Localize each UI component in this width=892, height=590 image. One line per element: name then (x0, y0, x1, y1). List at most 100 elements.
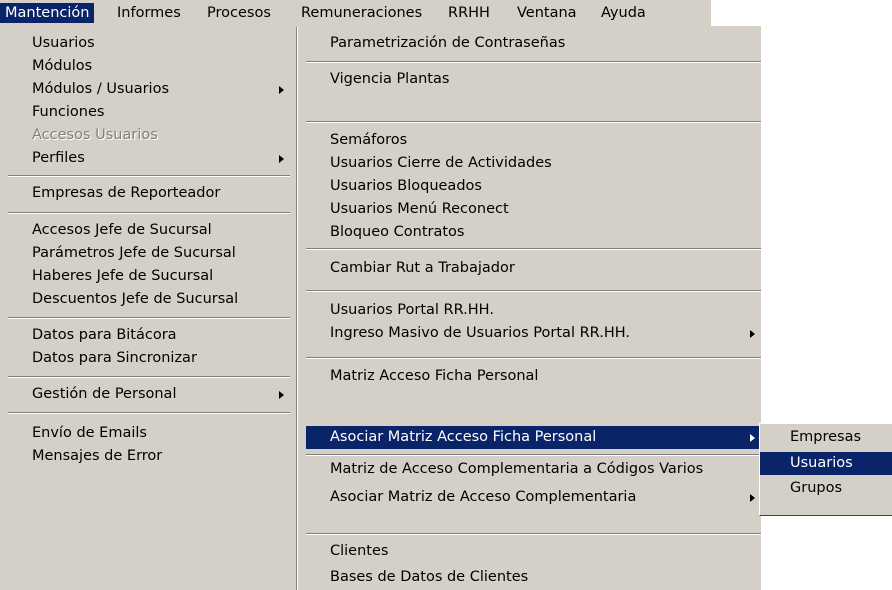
menu-item-usuarios-menu-reconect[interactable]: Usuarios Menú Reconect (306, 198, 761, 221)
menu-item-modulos[interactable]: Módulos (8, 55, 290, 78)
menu-item-parametrizacion-contrasenas[interactable]: Parametrización de Contraseñas (306, 32, 761, 55)
menu-separator (306, 121, 761, 123)
menu-item-usuarios[interactable]: Usuarios (8, 32, 290, 55)
menu-item-empresas-reporteador[interactable]: Empresas de Reporteador (8, 182, 290, 205)
menu-item-label: Envío de Emails (32, 425, 147, 441)
menu-item-label: Gestión de Personal (32, 386, 177, 402)
menu-item-modulos-usuarios[interactable]: Módulos / Usuarios (8, 78, 290, 101)
menu-item-mensajes-error[interactable]: Mensajes de Error (8, 445, 290, 468)
menu-item-label: Ingreso Masivo de Usuarios Portal RR.HH. (330, 325, 630, 341)
asociar-matriz-submenu: Empresas Usuarios Grupos (759, 423, 892, 516)
menu-item-envio-emails[interactable]: Envío de Emails (8, 422, 290, 445)
menu-item-label: Parámetros Jefe de Sucursal (32, 245, 236, 261)
menu-item-accesos-jefe-sucursal[interactable]: Accesos Jefe de Sucursal (8, 219, 290, 242)
menu-item-label: Bloqueo Contratos (330, 224, 465, 240)
menu-item-datos-sincronizar[interactable]: Datos para Sincronizar (8, 347, 290, 370)
menu-rrhh[interactable]: RRHH (443, 3, 495, 23)
menu-mantencion[interactable]: Mantención (0, 3, 95, 23)
menu-item-usuarios-cierre-actividades[interactable]: Usuarios Cierre de Actividades (306, 152, 761, 175)
menu-informes[interactable]: Informes (112, 3, 186, 23)
submenu-arrow-icon (279, 86, 284, 94)
menu-separator (306, 61, 761, 63)
menu-item-asociar-matriz-acceso-ficha-personal[interactable]: Asociar Matriz Acceso Ficha Personal (306, 426, 761, 449)
menu-item-label: Clientes (330, 543, 389, 559)
submenu-item-empresas[interactable]: Empresas (760, 426, 892, 449)
menu-item-usuarios-portal-rrhh[interactable]: Usuarios Portal RR.HH. (306, 299, 761, 322)
menu-separator (306, 533, 761, 535)
menu-item-label: Empresas de Reporteador (32, 185, 221, 201)
menu-item-label: Usuarios (32, 35, 95, 51)
menu-item-label: Parametrización de Contraseñas (330, 35, 566, 51)
menu-item-descuentos-jefe-sucursal[interactable]: Descuentos Jefe de Sucursal (8, 288, 290, 311)
menu-item-label: Módulos (32, 58, 93, 74)
menu-item-label: Matriz de Acceso Complementaria a Código… (330, 461, 704, 477)
menu-item-label: Usuarios Cierre de Actividades (330, 155, 552, 171)
menu-item-label: Módulos / Usuarios (32, 81, 169, 97)
submenu-arrow-icon (279, 155, 284, 163)
menu-separator (306, 357, 761, 359)
menu-separator (8, 212, 290, 214)
menu-item-label: Usuarios Portal RR.HH. (330, 302, 494, 318)
menu-item-label: Datos para Sincronizar (32, 350, 197, 366)
menu-item-funciones[interactable]: Funciones (8, 101, 290, 124)
menu-item-haberes-jefe-sucursal[interactable]: Haberes Jefe de Sucursal (8, 265, 290, 288)
menu-separator (8, 175, 290, 177)
menu-ayuda[interactable]: Ayuda (596, 3, 651, 23)
menu-procesos[interactable]: Procesos (202, 3, 276, 23)
menu-item-label: Mensajes de Error (32, 448, 163, 464)
menu-separator (8, 317, 290, 319)
menu-item-label: Empresas (790, 429, 862, 445)
menu-item-bases-datos-clientes[interactable]: Bases de Datos de Clientes (306, 566, 761, 589)
menu-item-label: Funciones (32, 104, 105, 120)
menu-item-ingreso-masivo-usuarios-portal[interactable]: Ingreso Masivo de Usuarios Portal RR.HH. (306, 322, 761, 345)
mantencion-dropdown: Usuarios Módulos Módulos / Usuarios Func… (0, 26, 761, 590)
menu-bar: Mantención Informes Procesos Remuneracio… (0, 0, 711, 26)
menu-separator (8, 376, 290, 378)
menu-item-bloqueo-contratos[interactable]: Bloqueo Contratos (306, 221, 761, 244)
menu-item-label: Usuarios Bloqueados (330, 178, 482, 194)
menu-item-label: Asociar Matriz de Acceso Complementaria (330, 489, 637, 505)
menu-item-gestion-personal[interactable]: Gestión de Personal (8, 383, 290, 406)
menu-item-label: Haberes Jefe de Sucursal (32, 268, 214, 284)
menu-item-asociar-matriz-acceso-complementaria[interactable]: Asociar Matriz de Acceso Complementaria (306, 486, 761, 509)
menu-item-label: Bases de Datos de Clientes (330, 569, 529, 585)
menu-separator (8, 412, 290, 414)
column-divider (296, 27, 298, 590)
menu-item-semaforos[interactable]: Semáforos (306, 129, 761, 152)
menu-item-matriz-acceso-complementaria[interactable]: Matriz de Acceso Complementaria a Código… (306, 458, 761, 481)
menu-item-label: Usuarios Menú Reconect (330, 201, 509, 217)
submenu-item-usuarios[interactable]: Usuarios (760, 452, 892, 475)
menu-item-label: Accesos Jefe de Sucursal (32, 222, 212, 238)
menu-item-label: Vigencia Plantas (330, 71, 450, 87)
menu-item-label: Datos para Bitácora (32, 327, 177, 343)
menu-item-label: Asociar Matriz Acceso Ficha Personal (330, 429, 597, 445)
menu-column-1: Usuarios Módulos Módulos / Usuarios Func… (8, 26, 290, 590)
menu-item-label: Cambiar Rut a Trabajador (330, 260, 515, 276)
menu-remuneraciones[interactable]: Remuneraciones (296, 3, 427, 23)
submenu-item-grupos[interactable]: Grupos (760, 477, 892, 500)
menu-item-label: Semáforos (330, 132, 408, 148)
menu-separator (306, 248, 761, 250)
menu-ventana[interactable]: Ventana (512, 3, 582, 23)
menu-item-matriz-acceso-ficha-personal[interactable]: Matriz Acceso Ficha Personal (306, 365, 761, 388)
menu-item-datos-bitacora[interactable]: Datos para Bitácora (8, 324, 290, 347)
menu-item-clientes[interactable]: Clientes (306, 540, 761, 563)
menu-column-2: Parametrización de Contraseñas Vigencia … (306, 26, 761, 590)
menu-item-usuarios-bloqueados[interactable]: Usuarios Bloqueados (306, 175, 761, 198)
menu-item-label: Usuarios (790, 455, 853, 471)
menu-separator (306, 290, 761, 292)
submenu-arrow-icon (750, 494, 755, 502)
menu-item-accesos-usuarios: Accesos Usuarios (8, 124, 290, 147)
menu-item-parametros-jefe-sucursal[interactable]: Parámetros Jefe de Sucursal (8, 242, 290, 265)
menu-separator (306, 454, 761, 456)
menu-item-label: Accesos Usuarios (32, 127, 158, 143)
menu-item-perfiles[interactable]: Perfiles (8, 147, 290, 170)
menu-item-label: Grupos (790, 480, 843, 496)
submenu-arrow-icon (750, 330, 755, 338)
submenu-arrow-icon (750, 434, 755, 442)
submenu-arrow-icon (279, 391, 284, 399)
menu-item-label: Descuentos Jefe de Sucursal (32, 291, 239, 307)
menu-item-label: Perfiles (32, 150, 85, 166)
menu-item-cambiar-rut[interactable]: Cambiar Rut a Trabajador (306, 257, 761, 280)
menu-item-vigencia-plantas[interactable]: Vigencia Plantas (306, 68, 761, 91)
